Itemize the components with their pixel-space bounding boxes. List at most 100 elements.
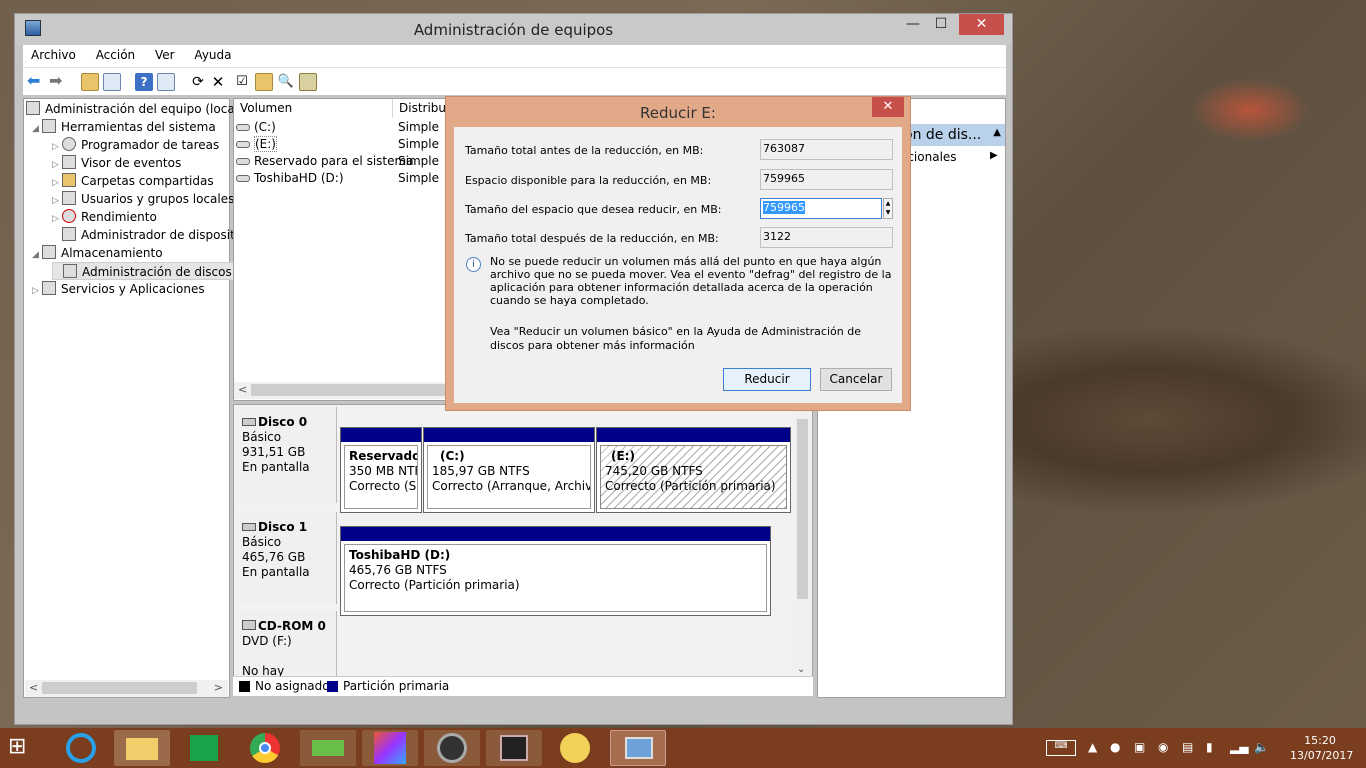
menu-archivo[interactable]: Archivo bbox=[23, 45, 84, 65]
disk-1-info[interactable]: Disco 1 Básico 465,76 GB En pantalla bbox=[236, 512, 337, 604]
scroll-left-icon[interactable]: < bbox=[29, 681, 38, 694]
shared-folder-icon bbox=[62, 173, 76, 187]
table-row[interactable]: (E:) bbox=[236, 136, 277, 153]
show-hidden-icons[interactable]: ▲ bbox=[1088, 740, 1097, 754]
dialog-close-button[interactable]: ✕ bbox=[872, 97, 904, 117]
tray-app-icon[interactable]: ● bbox=[1110, 740, 1120, 754]
close-button[interactable]: ✕ bbox=[959, 14, 1004, 35]
tree-horizontal-scrollbar[interactable]: < > bbox=[25, 680, 228, 697]
tree-item-event-viewer[interactable]: ▷ Visor de eventos bbox=[52, 154, 181, 172]
drive-icon bbox=[236, 141, 250, 148]
tree-system-tools[interactable]: ◢ Herramientas del sistema bbox=[32, 118, 216, 136]
forward-icon[interactable]: ➡ bbox=[49, 73, 67, 91]
open-folder-icon[interactable] bbox=[255, 73, 273, 91]
disk-0-status: En pantalla bbox=[242, 460, 310, 474]
tree-item-task-scheduler[interactable]: ▷ Programador de tareas bbox=[52, 136, 219, 154]
partition-reserved[interactable]: Reservado p 350 MB NTFS Correcto (Sis bbox=[340, 427, 422, 513]
table-row[interactable]: (C:) bbox=[236, 119, 276, 136]
tree-item-users-groups[interactable]: ▷ Usuarios y grupos locales bbox=[52, 190, 234, 208]
partition-c[interactable]: (C:) 185,97 GB NTFS Correcto (Arranque, … bbox=[423, 427, 595, 513]
tree-item-performance[interactable]: ▷ Rendimiento bbox=[52, 208, 157, 226]
camera-app-icon[interactable] bbox=[424, 730, 480, 766]
export-icon[interactable] bbox=[299, 73, 317, 91]
scroll-right-icon[interactable]: > bbox=[214, 681, 223, 694]
keyboard-icon[interactable]: ⌨ bbox=[1046, 740, 1076, 756]
partition-title: ToshibaHD (D:) bbox=[349, 548, 451, 562]
table-row[interactable]: Reservado para el sistema bbox=[236, 153, 414, 170]
reducir-button[interactable]: Reducir bbox=[723, 368, 811, 391]
clock-time: 15:20 bbox=[1304, 734, 1336, 747]
maximize-button[interactable]: ☐ bbox=[927, 14, 955, 35]
shrink-amount-input[interactable]: 759965 bbox=[760, 198, 882, 219]
tray-network-icon[interactable]: ▣ bbox=[1134, 740, 1145, 754]
menu-ayuda[interactable]: Ayuda bbox=[186, 45, 239, 65]
show-hide-tree-icon[interactable] bbox=[103, 73, 121, 91]
column-header-layout[interactable]: Distribuc bbox=[393, 99, 453, 118]
primary-partition-bar bbox=[597, 428, 790, 442]
internet-explorer-icon[interactable] bbox=[54, 730, 110, 766]
cancelar-button[interactable]: Cancelar bbox=[820, 368, 892, 391]
back-icon[interactable]: ⬅ bbox=[27, 73, 45, 91]
help-icon[interactable]: ? bbox=[135, 73, 153, 91]
tree-item-label: Programador de tareas bbox=[81, 138, 220, 152]
computer-management-taskbar-icon[interactable] bbox=[610, 730, 666, 766]
actions-more[interactable]: icionales bbox=[904, 150, 957, 164]
clock[interactable]: 15:20 13/07/2017 bbox=[1290, 733, 1353, 763]
action-pane-icon[interactable] bbox=[157, 73, 175, 91]
tree-root[interactable]: Administración del equipo (local) bbox=[26, 100, 243, 118]
signal-icon[interactable]: ▂▄ bbox=[1230, 740, 1248, 754]
tray-usb-icon[interactable]: ▮ bbox=[1206, 740, 1213, 754]
disk-vertical-scrollbar[interactable]: ⌄ bbox=[794, 407, 811, 675]
scroll-thumb[interactable] bbox=[42, 682, 197, 694]
media-app-icon[interactable] bbox=[362, 730, 418, 766]
tree-services[interactable]: ▷ Servicios y Aplicaciones bbox=[32, 280, 205, 298]
title-bar[interactable]: Administración de equipos — ☐ ✕ bbox=[15, 14, 1012, 45]
menu-ver[interactable]: Ver bbox=[147, 45, 183, 65]
disk-0-info[interactable]: Disco 0 Básico 931,51 GB En pantalla bbox=[236, 407, 337, 503]
partition-size: 185,97 GB NTFS bbox=[432, 464, 530, 478]
disk-graphical-view: Disco 0 Básico 931,51 GB En pantalla Res… bbox=[233, 404, 813, 696]
volume-layout: Simple bbox=[398, 137, 439, 151]
disk-0-name-text: Disco 0 bbox=[258, 415, 308, 429]
start-button[interactable]: ⊞ bbox=[8, 736, 38, 760]
tools-icon bbox=[42, 119, 56, 133]
scroll-left-icon[interactable]: < bbox=[238, 383, 247, 396]
store-icon[interactable] bbox=[176, 730, 232, 766]
collapse-icon[interactable]: ▲ bbox=[993, 127, 1001, 138]
partition-d[interactable]: ToshibaHD (D:) 465,76 GB NTFS Correcto (… bbox=[340, 526, 771, 616]
delete-icon[interactable]: ✕ bbox=[209, 73, 227, 91]
tree-storage[interactable]: ◢ Almacenamiento bbox=[32, 244, 163, 262]
tray-camera-icon[interactable]: ◉ bbox=[1158, 740, 1168, 754]
tray-monitor-icon[interactable]: ▤ bbox=[1182, 740, 1193, 754]
search-icon[interactable]: 🔍 bbox=[277, 73, 295, 91]
up-folder-icon[interactable] bbox=[81, 73, 99, 91]
paint-icon[interactable] bbox=[548, 730, 604, 766]
help-text[interactable]: Vea "Reducir un volumen básico" en la Ay… bbox=[490, 325, 895, 353]
properties-icon[interactable]: ☑ bbox=[233, 73, 251, 91]
shrink-amount-value: 759965 bbox=[763, 201, 805, 214]
submenu-arrow-icon[interactable]: ▶ bbox=[990, 150, 998, 161]
tree-item-shared-folders[interactable]: ▷ Carpetas compartidas bbox=[52, 172, 214, 190]
partition-title: (C:) bbox=[440, 449, 465, 463]
actions-title: ón de dis... bbox=[904, 127, 982, 143]
shrink-amount-spinner[interactable]: ▲ ▼ bbox=[883, 198, 893, 219]
menu-accion[interactable]: Acción bbox=[88, 45, 143, 65]
chrome-icon[interactable] bbox=[238, 730, 294, 766]
primary-partition-bar bbox=[341, 527, 770, 541]
volume-icon[interactable]: 🔈 bbox=[1254, 740, 1269, 754]
partition-e[interactable]: (E:) 745,20 GB NTFS Correcto (Partición … bbox=[596, 427, 791, 513]
tree-item-device-manager[interactable]: Administrador de dispositi bbox=[52, 226, 238, 244]
scroll-thumb[interactable] bbox=[251, 384, 451, 396]
tree-item-disk-management[interactable]: Administración de discos bbox=[52, 262, 236, 280]
cdrom-name: CD-ROM 0 bbox=[242, 619, 330, 634]
table-row[interactable]: ToshibaHD (D:) bbox=[236, 170, 344, 187]
hypercam-icon[interactable] bbox=[486, 730, 542, 766]
file-explorer-icon[interactable] bbox=[114, 730, 170, 766]
refresh-icon[interactable]: ⟳ bbox=[189, 73, 207, 91]
usb-app-icon[interactable] bbox=[300, 730, 356, 766]
scroll-down-icon[interactable]: ⌄ bbox=[797, 664, 805, 675]
column-header-volume[interactable]: Volumen bbox=[234, 99, 393, 118]
scroll-thumb[interactable] bbox=[797, 419, 808, 599]
minimize-button[interactable]: — bbox=[899, 14, 927, 35]
cdrom-info[interactable]: CD-ROM 0 DVD (F:) No hay medios bbox=[236, 611, 337, 693]
